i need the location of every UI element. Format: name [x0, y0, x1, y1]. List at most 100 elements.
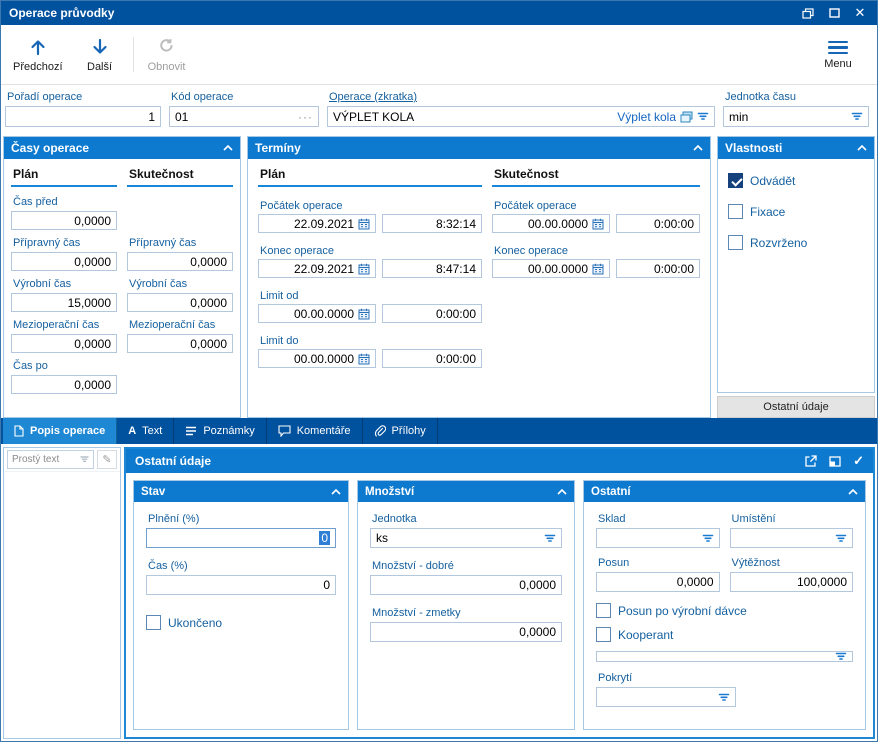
related-records-icon[interactable]	[680, 111, 693, 123]
pocatek-skutecnost-time-input[interactable]	[616, 214, 700, 233]
mnozstvi-zmetky-label: Množství - zmetky	[372, 607, 461, 619]
mezioperacni-plan-input[interactable]	[11, 334, 117, 353]
collapse-chevron-up-icon[interactable]	[557, 488, 567, 495]
vyrobni-skutecnost-input[interactable]	[127, 293, 233, 312]
mezioperacni-skutecnost-input[interactable]	[127, 334, 233, 353]
posun-label: Posun	[598, 557, 630, 569]
ostatni-udaje-button[interactable]: Ostatní údaje	[717, 396, 875, 418]
plneni-input[interactable]: 0	[146, 528, 336, 548]
limit-od-date-input[interactable]: 00.00.0000	[258, 304, 376, 323]
calendar-icon[interactable]	[358, 308, 370, 320]
calendar-icon[interactable]	[358, 263, 370, 275]
cas-procenta-label: Čas (%)	[148, 560, 188, 572]
description-text-area[interactable]	[4, 472, 120, 738]
operace-label-link[interactable]: Operace (zkratka)	[327, 91, 715, 103]
mnozstvi-dobre-input[interactable]	[370, 575, 562, 595]
checkbox-posun-davka[interactable]: Posun po výrobní dávce	[596, 603, 853, 618]
calendar-icon[interactable]	[358, 353, 370, 365]
pripravny-skutecnost-input[interactable]	[127, 252, 233, 271]
dropdown-icon[interactable]	[544, 534, 556, 543]
field-vyrobni-skutecnost: Výrobní čas	[127, 278, 233, 312]
tab-poznamky[interactable]: Poznámky	[174, 418, 267, 444]
tab-popis-operace[interactable]: Popis operace	[3, 418, 118, 444]
cas-pred-label: Čas před	[13, 196, 58, 208]
pocatek-plan-time-input[interactable]	[382, 214, 482, 233]
limit-do-time-input[interactable]	[382, 349, 482, 368]
next-button[interactable]: Další	[71, 29, 129, 80]
checkbox-ukonceno[interactable]: Ukončeno	[146, 615, 336, 630]
group-mnozstvi-header: Množství	[358, 481, 574, 502]
poradi-input[interactable]	[5, 106, 161, 127]
jednotka-mnozstvi-combo[interactable]: ks	[370, 528, 562, 548]
kod-input[interactable]: 01 ···	[169, 106, 319, 127]
pocatek-skutecnost-date-input[interactable]: 00.00.0000	[492, 214, 610, 233]
limit-od-time-input[interactable]	[382, 304, 482, 323]
cas-po-input[interactable]	[11, 375, 117, 394]
checkbox-rozvrzeno[interactable]: Rozvrženo	[728, 235, 864, 250]
collapse-chevron-up-icon[interactable]	[331, 488, 341, 495]
mnozstvi-zmetky-input[interactable]	[370, 622, 562, 642]
umisteni-label: Umístění	[731, 513, 776, 525]
calendar-icon[interactable]	[592, 263, 604, 275]
checkbox-odvadet-label: Odvádět	[750, 173, 796, 188]
text-format-combo[interactable]: Prostý text	[7, 450, 94, 469]
collapse-chevron-up-icon[interactable]	[848, 488, 858, 495]
dropdown-icon[interactable]	[702, 534, 714, 543]
limit-do-date-input[interactable]: 00.00.0000	[258, 349, 376, 368]
vyrobni-plan-input[interactable]	[11, 293, 117, 312]
edit-pencil-button[interactable]: ✎	[97, 450, 117, 469]
limit-od-date-value: 00.00.0000	[293, 306, 354, 321]
calendar-icon[interactable]	[592, 218, 604, 230]
cas-pred-input[interactable]	[11, 211, 117, 230]
vlastnosti-column: Vlastnosti Odvádět Fixace Rozvrženo Osta…	[717, 136, 875, 418]
posun-input[interactable]	[596, 572, 720, 592]
kooperant-combo[interactable]	[596, 651, 853, 662]
previous-button[interactable]: Předchozí	[5, 29, 71, 80]
pripravny-plan-input[interactable]	[11, 252, 117, 271]
menu-button[interactable]: Menu	[809, 29, 867, 80]
konec-plan-date-input[interactable]: 22.09.2021	[258, 259, 376, 278]
konec-skutecnost-date-input[interactable]: 00.00.0000	[492, 259, 610, 278]
operace-input[interactable]: VÝPLET KOLA Výplet kola	[327, 106, 715, 127]
sklad-combo[interactable]	[596, 528, 720, 548]
checkbox-kooperant[interactable]: Kooperant	[596, 627, 853, 642]
dropdown-icon[interactable]	[718, 693, 730, 702]
close-button[interactable]: ✕	[847, 3, 873, 23]
tab-prilohy[interactable]: Přílohy	[363, 418, 438, 444]
dropdown-icon[interactable]	[835, 534, 847, 543]
lookup-ellipsis-button[interactable]: ···	[298, 110, 313, 124]
casy-skutecnost-header: Skutečnost	[127, 165, 233, 187]
jednotka-combo[interactable]: min	[723, 106, 869, 127]
collapse-chevron-up-icon[interactable]	[857, 145, 867, 151]
checkbox-fixace[interactable]: Fixace	[728, 204, 864, 219]
operace-record-link[interactable]: Výplet kola	[617, 110, 676, 124]
terminy-col-plan: Plán Počátek operace 22.09.2021 8:32:14 …	[258, 165, 482, 411]
checkbox-odvadet[interactable]: Odvádět	[728, 173, 864, 188]
pokryti-combo[interactable]	[596, 687, 736, 707]
confirm-check-icon[interactable]: ✓	[853, 453, 864, 469]
konec-skutecnost-time-input[interactable]	[616, 259, 700, 278]
open-external-icon[interactable]	[805, 455, 817, 467]
tab-komentare[interactable]: Komentáře	[267, 418, 363, 444]
terminy-plan-header: Plán	[258, 165, 482, 187]
vyteznost-input[interactable]	[729, 572, 853, 592]
dropdown-icon[interactable]	[835, 652, 847, 661]
titlebar[interactable]: Operace průvodky ✕	[1, 1, 877, 25]
collapse-chevron-up-icon[interactable]	[693, 145, 703, 151]
pocatek-plan-date-input[interactable]: 22.09.2021	[258, 214, 376, 233]
dock-panel-icon[interactable]	[829, 455, 841, 467]
kod-value: 01	[175, 109, 189, 124]
cas-procenta-input[interactable]	[146, 575, 336, 595]
refresh-button[interactable]: Obnovit	[138, 29, 196, 80]
casy-plan-header: Plán	[11, 165, 117, 187]
umisteni-combo[interactable]	[729, 528, 853, 548]
dropdown-icon[interactable]	[697, 112, 709, 121]
konec-plan-time-input[interactable]	[382, 259, 482, 278]
dropdown-icon[interactable]	[851, 112, 863, 121]
tab-text[interactable]: A Text	[117, 418, 175, 444]
maximize-button[interactable]	[821, 3, 847, 23]
dock-window-button[interactable]	[795, 3, 821, 23]
calendar-icon[interactable]	[358, 218, 370, 230]
collapse-chevron-up-icon[interactable]	[223, 145, 233, 151]
